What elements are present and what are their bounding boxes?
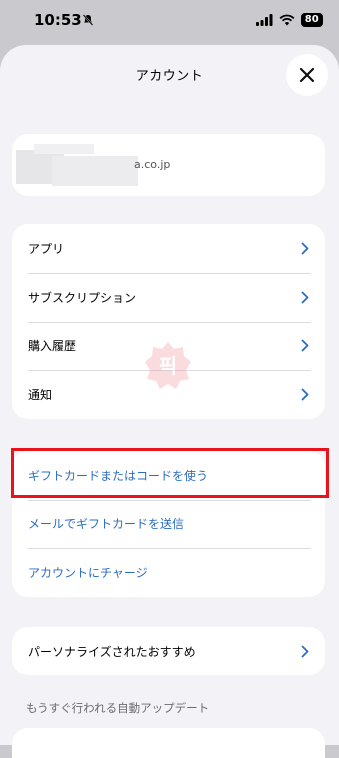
highlight-box xyxy=(11,448,329,498)
send-gift-card-label: メールでギフトカードを送信 xyxy=(28,517,185,532)
personalized-recommendations-label: パーソナライズされたおすすめ xyxy=(28,644,196,659)
menu-item-apps[interactable]: アプリ xyxy=(12,224,325,273)
watermark-glyph: 픽 xyxy=(159,354,177,378)
redacted-name xyxy=(34,144,94,154)
account-email: a.co.jp xyxy=(134,158,171,171)
personalized-recommendations-item[interactable]: パーソナライズされたおすすめ xyxy=(12,627,325,675)
chevron-right-icon xyxy=(301,339,309,352)
upcoming-updates-card xyxy=(12,728,325,758)
account-card[interactable]: a.co.jp xyxy=(12,134,325,196)
mute-bell-icon xyxy=(82,11,94,30)
account-sheet: アカウント a.co.jp アプリ サブスクリプション 購入履歴 通知 ギフトカ… xyxy=(0,45,339,758)
chevron-right-icon xyxy=(301,645,309,657)
cellular-signal-icon xyxy=(255,11,273,30)
menu-item-label: アプリ xyxy=(28,241,65,256)
status-bar: 10:53 80 xyxy=(0,0,339,40)
wifi-icon xyxy=(279,11,295,30)
status-icons: 80 xyxy=(82,11,323,30)
close-button[interactable] xyxy=(286,54,328,96)
send-gift-card-link[interactable]: メールでギフトカードを送信 xyxy=(12,499,325,549)
close-icon xyxy=(299,67,315,83)
chevron-right-icon xyxy=(301,388,309,401)
chevron-right-icon xyxy=(301,242,309,255)
battery-indicator: 80 xyxy=(300,13,323,27)
personalized-recommendations-card: パーソナライズされたおすすめ xyxy=(12,627,325,675)
menu-item-subscriptions[interactable]: サブスクリプション xyxy=(12,272,325,322)
status-time: 10:53 xyxy=(34,11,82,29)
redacted-email xyxy=(52,156,138,186)
upcoming-updates-header: もうすぐ行われる自動アップデート xyxy=(26,701,210,715)
watermark-logo: 픽 xyxy=(143,340,193,390)
add-funds-label: アカウントにチャージ xyxy=(28,566,148,581)
add-funds-link[interactable]: アカウントにチャージ xyxy=(12,548,325,597)
chevron-right-icon xyxy=(301,291,309,304)
menu-item-label: サブスクリプション xyxy=(28,290,137,305)
